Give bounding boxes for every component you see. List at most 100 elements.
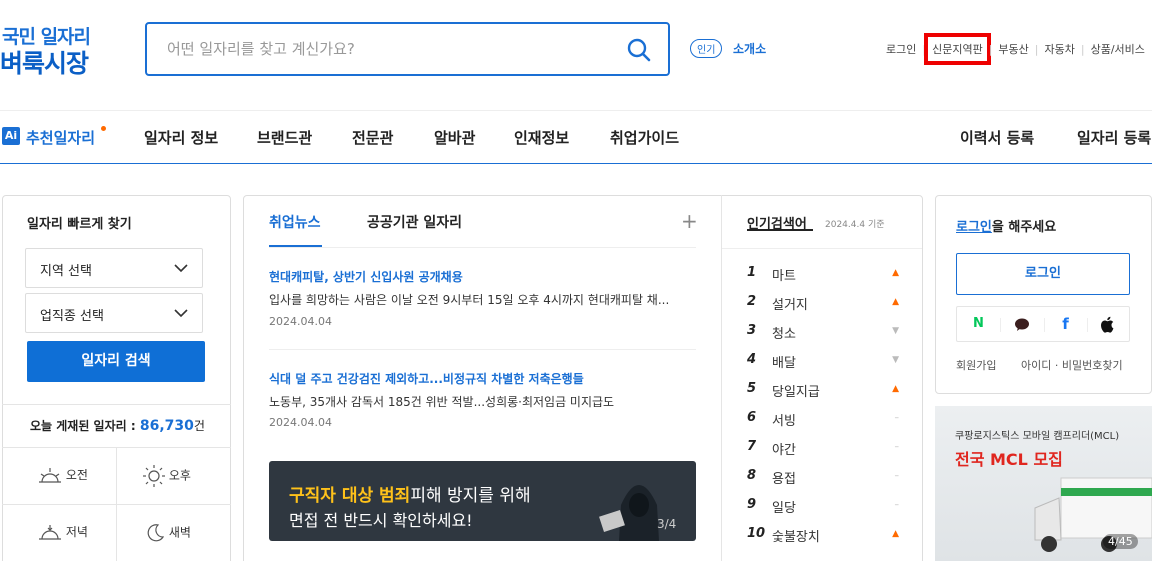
ad-banner[interactable]: 쿠팡로지스틱스 모바일 캠프리더(MCL) 전국 MCL 모집 4/45: [935, 406, 1152, 561]
ranking-item[interactable]: 10 숯불장치 ▲: [747, 526, 899, 546]
ranking-keyword: 설거지: [772, 298, 808, 313]
trend-up-icon: ▲: [892, 384, 899, 394]
region-select[interactable]: 지역 선택: [25, 248, 203, 288]
ranking-item[interactable]: 9 일당 –: [747, 497, 899, 517]
social-login-row: N f: [956, 306, 1130, 342]
time-evening[interactable]: 저녁: [38, 523, 88, 542]
ranking-item[interactable]: 4 배달 ▼: [747, 352, 899, 372]
ranking-item[interactable]: 1 마트 ▲: [747, 265, 899, 285]
trend-down-icon: ▼: [892, 326, 899, 336]
search-icon[interactable]: [626, 37, 652, 63]
ranking-keyword: 서빙: [772, 414, 796, 429]
time-afternoon[interactable]: 오후: [143, 465, 191, 487]
moon-icon: [147, 524, 165, 542]
tab-public-jobs[interactable]: 공공기관 일자리: [367, 212, 462, 232]
nav-specialty[interactable]: 전문관: [352, 127, 393, 148]
find-account-link[interactable]: 아이디 · 비밀번호찾기: [1021, 357, 1123, 373]
category-select[interactable]: 업직종 선택: [25, 293, 203, 333]
ranking-keyword: 배달: [772, 356, 796, 371]
trend-down-icon: ▼: [892, 355, 899, 365]
ranking-keyword: 청소: [772, 327, 796, 342]
chevron-down-icon: [174, 264, 188, 273]
divider: [1044, 318, 1045, 332]
header-divider: [0, 110, 1152, 111]
divider: [2, 504, 231, 505]
ranking-item[interactable]: 5 당일지급 ▲: [747, 381, 899, 401]
divider: [1087, 318, 1088, 332]
nav-recommend[interactable]: 추천일자리: [26, 127, 95, 148]
ranking-number: 7: [747, 439, 757, 454]
news-title-1[interactable]: 현대캐피탈, 상반기 신입사원 공개채용: [269, 268, 463, 285]
news-date-1: 2024.04.04: [269, 315, 332, 328]
top-link-cars[interactable]: 자동차: [1045, 41, 1075, 57]
plus-icon[interactable]: +: [681, 211, 698, 231]
search-box[interactable]: [145, 22, 670, 76]
logo-line2[interactable]: 벼룩시장: [0, 44, 89, 80]
ranking-keyword: 용접: [772, 472, 796, 487]
naver-icon[interactable]: N: [957, 316, 1000, 331]
top-link-services[interactable]: 상품/서비스: [1091, 41, 1145, 57]
news-desc-2[interactable]: 노동부, 35개사 감독서 185건 위반 적발...성희롱·최저임금 미지급도: [269, 393, 614, 410]
divider: |: [988, 42, 993, 56]
trend-up-icon: ▲: [892, 297, 899, 307]
banner-highlight: 구직자 대상 범죄: [289, 486, 411, 506]
ranking-item[interactable]: 2 설거지 ▲: [747, 294, 899, 314]
news-date-2: 2024.04.04: [269, 416, 332, 429]
news-desc-1[interactable]: 입사를 희망하는 사람은 이날 오전 9시부터 15일 오후 4시까지 현대캐피…: [269, 291, 669, 308]
news-title-2[interactable]: 식대 덜 주고 건강검진 제외하고...비정규직 차별한 저축은행들: [269, 370, 584, 387]
signup-link[interactable]: 회원가입: [956, 357, 996, 373]
ranking-number: 2: [747, 294, 757, 309]
nav-job-register[interactable]: 일자리 등록: [1077, 127, 1151, 148]
apple-icon[interactable]: [1100, 316, 1114, 333]
divider: |: [922, 42, 927, 56]
top-link-realestate[interactable]: 부동산: [998, 41, 1028, 57]
tab-job-news[interactable]: 취업뉴스: [269, 212, 321, 232]
ranking-item[interactable]: 6 서빙 –: [747, 410, 899, 430]
sunset-icon: [39, 524, 61, 540]
sun-icon: [143, 465, 165, 487]
nav-parttime[interactable]: 알바관: [434, 127, 475, 148]
banner-line2: 면접 전 반드시 확인하세요!: [289, 511, 473, 530]
ranking-keyword: 마트: [772, 269, 796, 284]
ranking-number: 5: [747, 381, 757, 396]
search-input[interactable]: [167, 37, 607, 61]
ranking-keyword: 일당: [772, 501, 796, 516]
divider: [1000, 318, 1001, 332]
ranking-item[interactable]: 8 용접 –: [747, 468, 899, 488]
divider: |: [1034, 42, 1039, 56]
time-dawn[interactable]: 새벽: [145, 523, 191, 543]
safety-banner[interactable]: 구직자 대상 범죄피해 방지를 위해 면접 전 반드시 확인하세요! 3/4: [269, 461, 696, 541]
nav-job-info[interactable]: 일자리 정보: [144, 127, 218, 148]
ad-pagination: 4/45: [1103, 534, 1138, 549]
ranking-number: 9: [747, 497, 757, 512]
top-link-newspaper[interactable]: 신문지역판: [924, 33, 991, 65]
nav-talent[interactable]: 인재정보: [514, 127, 569, 148]
banner-pagination: 3/4: [657, 517, 677, 531]
time-morning[interactable]: 오전: [38, 466, 88, 485]
trend-up-icon: ▲: [892, 268, 899, 278]
divider: [269, 247, 696, 248]
popular-badge: 인기: [690, 39, 723, 58]
divider: [269, 349, 696, 350]
job-search-button[interactable]: 일자리 검색: [27, 341, 205, 382]
login-button[interactable]: 로그인: [956, 253, 1130, 295]
kakao-talk-icon[interactable]: [1014, 318, 1030, 332]
nav-guide[interactable]: 취업가이드: [610, 127, 679, 148]
ad-company: 쿠팡로지스틱스 모바일 캠프리더(MCL): [955, 431, 1120, 442]
popular-keyword[interactable]: 소개소: [733, 40, 766, 57]
ranking-item[interactable]: 3 청소 ▼: [747, 323, 899, 343]
top-link-login[interactable]: 로그인: [886, 41, 916, 57]
posted-unit: 건: [193, 419, 205, 433]
quick-search-title: 일자리 빠르게 찾기: [27, 217, 132, 232]
ranking-item[interactable]: 7 야간 –: [747, 439, 899, 459]
nav-brand[interactable]: 브랜드관: [257, 127, 312, 148]
login-prompt-link[interactable]: 로그인: [956, 220, 992, 235]
region-select-label: 지역 선택: [40, 264, 92, 279]
posted-label: 오늘 게재된 일자리 :: [30, 419, 136, 433]
ranking-number: 6: [747, 410, 757, 425]
banner-line1: 피해 방지를 위해: [410, 486, 531, 506]
ranking-number: 4: [747, 352, 757, 367]
nav-resume-register[interactable]: 이력서 등록: [960, 127, 1034, 148]
facebook-icon[interactable]: f: [1044, 315, 1087, 333]
time-afternoon-label: 오후: [168, 468, 191, 483]
